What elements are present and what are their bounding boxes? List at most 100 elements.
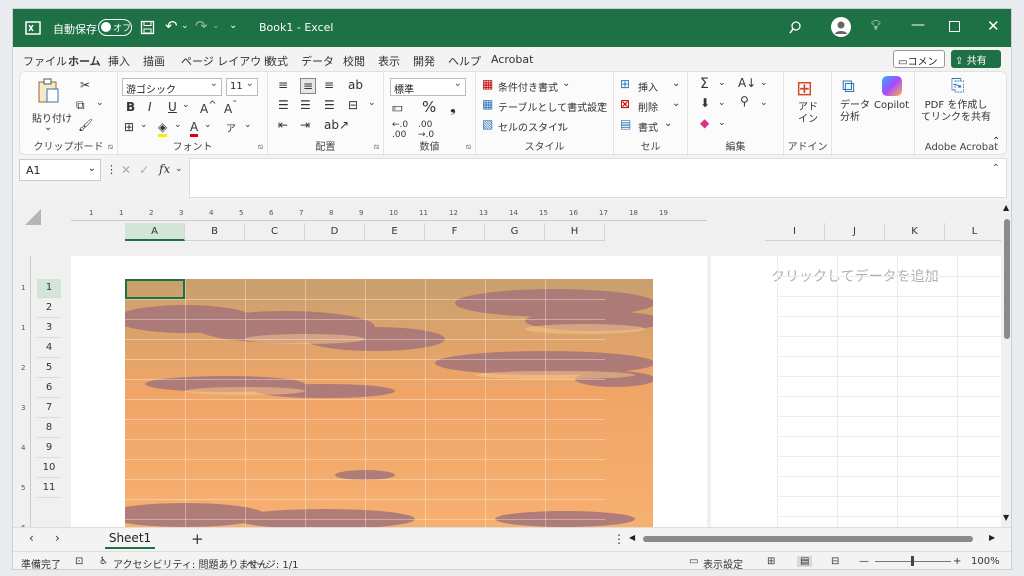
confirm-entry-icon[interactable]: ✓ <box>139 163 149 177</box>
copy-dropdown-icon[interactable]: ⌄ <box>96 98 104 108</box>
fill-icon[interactable]: ⬇ <box>700 96 710 110</box>
merge-dropdown-icon[interactable]: ⌄ <box>368 98 376 108</box>
insert-cells-dropdown-icon[interactable]: ⌄ <box>672 78 680 89</box>
zoom-slider-thumb[interactable] <box>911 556 914 566</box>
number-launcher-icon[interactable]: ⧅ <box>466 142 471 152</box>
scroll-down-icon[interactable]: ▼ <box>1003 513 1009 522</box>
row-header-6[interactable]: 6 <box>37 379 61 398</box>
copy-icon[interactable]: ⧉ <box>76 98 85 113</box>
tab-view[interactable]: 表示 <box>378 53 400 69</box>
accounting-format-icon[interactable]: 💴︎ <box>392 100 403 115</box>
find-select-icon[interactable]: ⚲ <box>740 94 749 108</box>
analyze-data-icon[interactable]: ⧉ <box>842 76 855 97</box>
sort-filter-dropdown-icon[interactable]: ⌄ <box>760 78 768 88</box>
clear-dropdown-icon[interactable]: ⌄ <box>718 118 726 128</box>
align-middle-icon[interactable]: ≡ <box>300 78 317 94</box>
decrease-decimal-icon[interactable]: .00 →.0 <box>418 120 434 140</box>
row-header-9[interactable]: 9 <box>37 439 61 458</box>
format-cells-button[interactable]: 書式 <box>638 119 658 134</box>
number-format-combo[interactable]: 標準 <box>390 78 466 96</box>
zoom-slider[interactable] <box>875 556 951 566</box>
row-header-3[interactable]: 3 <box>37 319 61 338</box>
column-header-d[interactable]: D <box>305 223 365 241</box>
tab-draw[interactable]: 描画 <box>143 53 165 69</box>
more-options-icon[interactable]: ⋮ <box>106 163 117 176</box>
wrap-text-icon[interactable]: ab <box>348 78 363 92</box>
create-pdf-icon[interactable]: ⎘ <box>951 76 965 96</box>
paste-icon[interactable] <box>36 78 60 104</box>
copilot-button[interactable]: Copilot <box>874 100 909 111</box>
tab-acrobat[interactable]: Acrobat <box>491 53 533 66</box>
autosave-toggle[interactable]: オフ <box>98 19 132 36</box>
find-select-dropdown-icon[interactable]: ⌄ <box>760 98 768 108</box>
addins-button[interactable]: アド イン <box>798 102 818 126</box>
autosum-icon[interactable]: Σ <box>700 76 709 92</box>
vertical-scrollbar[interactable]: ▲ ▼ <box>1001 201 1011 527</box>
horizontal-scrollbar[interactable]: ◀ ▶ <box>627 532 1003 546</box>
fill-color-dropdown-icon[interactable]: ⌄ <box>174 120 182 130</box>
format-as-table-button[interactable]: テーブルとして書式設定 <box>498 99 607 114</box>
delete-cells-button[interactable]: 削除 <box>638 99 658 114</box>
align-right-icon[interactable]: ☰ <box>324 98 335 112</box>
sort-filter-icon[interactable]: A↓ <box>738 76 756 90</box>
decrease-font-icon[interactable]: Aˇ <box>224 100 237 116</box>
comment-button[interactable]: ▭コメント <box>893 50 945 83</box>
close-icon[interactable]: ✕ <box>987 17 1000 35</box>
column-header-h[interactable]: H <box>545 223 605 241</box>
row-header-2[interactable]: 2 <box>37 299 61 318</box>
format-painter-icon[interactable]: 🖌︎ <box>78 118 93 132</box>
insert-function-button[interactable]: fx <box>159 162 170 176</box>
align-center-icon[interactable]: ☰ <box>300 98 311 112</box>
phonetic-icon[interactable]: ア <box>226 120 236 135</box>
zoom-in-icon[interactable]: + <box>953 556 961 567</box>
clear-icon[interactable]: ◆ <box>700 116 709 130</box>
tab-insert[interactable]: 挿入 <box>108 53 130 69</box>
font-size-combo[interactable]: 11 <box>226 78 258 96</box>
format-cells-dropdown-icon[interactable]: ⌄ <box>664 118 672 129</box>
decrease-indent-icon[interactable]: ⇤ <box>278 118 288 132</box>
minimize-icon[interactable]: — <box>911 17 925 33</box>
name-box-dropdown-icon[interactable]: ⌄ <box>88 163 96 174</box>
row-header-1[interactable]: 1 <box>37 279 61 298</box>
next-sheet-icon[interactable]: › <box>55 531 60 545</box>
redo-dropdown-icon[interactable]: ⌄ <box>212 21 220 31</box>
comma-style-icon[interactable]: ❟ <box>450 98 456 116</box>
delete-cells-dropdown-icon[interactable]: ⌄ <box>672 98 680 109</box>
customize-toolbar-icon[interactable]: ⌄ <box>229 20 237 31</box>
increase-decimal-icon[interactable]: ←.0.00 <box>392 120 408 140</box>
tab-developer[interactable]: 開発 <box>413 53 435 69</box>
align-bottom-icon[interactable]: ≡ <box>324 78 334 92</box>
scroll-right-icon[interactable]: ▶ <box>989 533 995 542</box>
active-cell-a1[interactable] <box>125 279 185 299</box>
paste-dropdown-icon[interactable]: ⌄ <box>44 122 52 133</box>
maximize-icon[interactable] <box>949 21 960 32</box>
column-header-a[interactable]: A <box>125 223 185 241</box>
formula-input[interactable]: ⌃ <box>189 158 1007 198</box>
scroll-up-icon[interactable]: ▲ <box>1003 203 1009 212</box>
tab-file[interactable]: ファイル <box>23 53 67 69</box>
phonetic-dropdown-icon[interactable]: ⌄ <box>244 120 252 130</box>
normal-view-icon[interactable]: ⊞ <box>767 556 775 567</box>
row-header-10[interactable]: 10 <box>37 459 61 478</box>
tab-formulas[interactable]: 数式 <box>266 53 288 69</box>
align-left-icon[interactable]: ☰ <box>278 98 289 112</box>
tab-data[interactable]: データ <box>301 53 334 69</box>
column-header-c[interactable]: C <box>245 223 305 241</box>
increase-font-icon[interactable]: A^ <box>200 100 217 116</box>
conditional-format-button[interactable]: 条件付き書式 <box>498 79 558 94</box>
search-icon[interactable] <box>788 20 803 35</box>
percent-icon[interactable]: % <box>422 98 436 116</box>
save-icon[interactable] <box>140 20 155 35</box>
lightbulb-icon[interactable]: 💡︎ <box>871 18 881 34</box>
cut-icon[interactable]: ✂ <box>80 78 90 92</box>
select-all-icon[interactable] <box>25 209 41 225</box>
italic-icon[interactable]: I <box>148 100 152 114</box>
clipboard-launcher-icon[interactable]: ⧅ <box>108 142 113 152</box>
prev-sheet-icon[interactable]: ‹ <box>29 531 34 545</box>
page-break-view-icon[interactable]: ⊟ <box>831 556 839 567</box>
scroll-left-icon[interactable]: ◀ <box>629 533 635 542</box>
display-settings-button[interactable]: 表示設定 <box>703 556 743 569</box>
format-as-table-dropdown-icon[interactable]: ⌄ <box>598 98 606 109</box>
analyze-data-button[interactable]: データ 分析 <box>840 100 870 124</box>
row-header-11[interactable]: 11 <box>37 479 61 498</box>
